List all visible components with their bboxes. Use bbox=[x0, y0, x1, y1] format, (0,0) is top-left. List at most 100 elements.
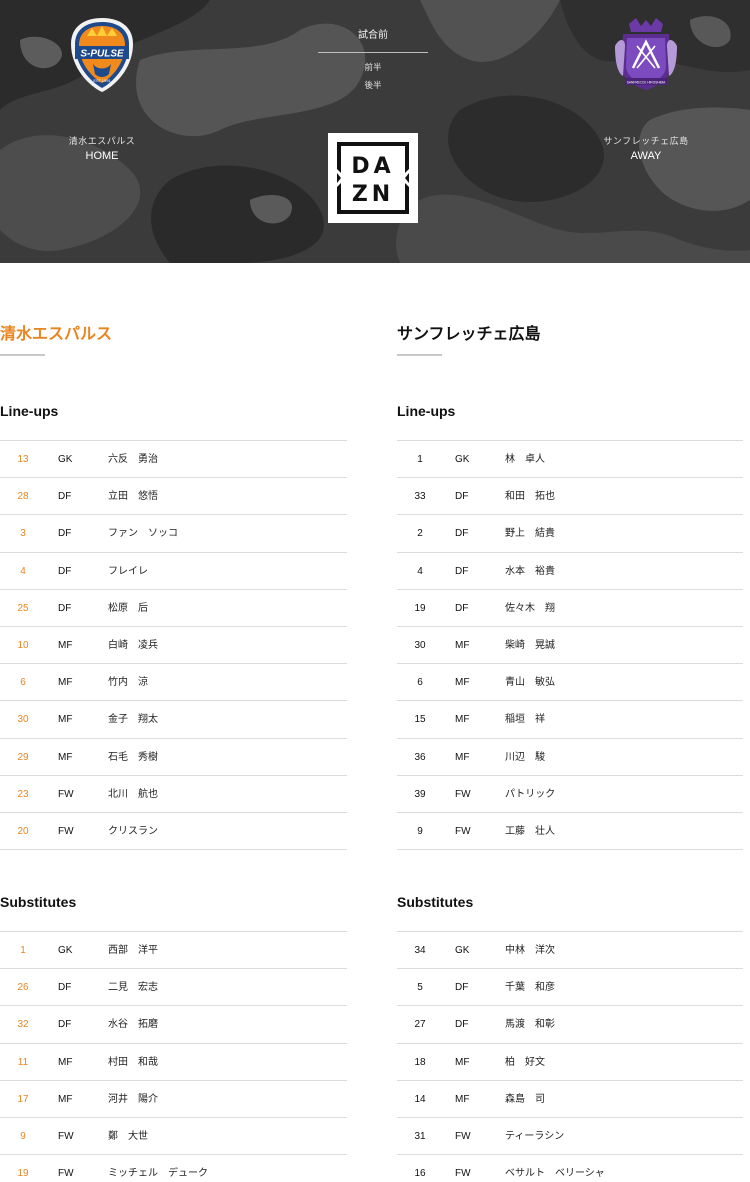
player-position: DF bbox=[58, 491, 72, 503]
player-name: 青山 敏弘 bbox=[505, 677, 555, 689]
player-row[interactable]: 16 FW ベサルト ベリーシャ bbox=[397, 1155, 743, 1182]
player-row[interactable]: 39 FW パトリック bbox=[397, 776, 743, 813]
player-position: GK bbox=[455, 454, 470, 465]
home-team[interactable]: S-PULSE EST.1991 清水エスパルス HOME bbox=[32, 0, 172, 263]
player-name: 白崎 凌兵 bbox=[108, 639, 158, 651]
player-number: 6 bbox=[417, 677, 423, 689]
player-name: 鄭 大世 bbox=[108, 1130, 148, 1142]
player-number: 6 bbox=[20, 677, 26, 689]
home-crest-icon: S-PULSE EST.1991 bbox=[71, 18, 133, 92]
player-row[interactable]: 18 MF 柏 好文 bbox=[397, 1044, 743, 1081]
player-number: 30 bbox=[414, 639, 426, 651]
player-row[interactable]: 2 DF 野上 結貴 bbox=[397, 515, 743, 553]
player-row[interactable]: 6 MF 竹内 涼 bbox=[0, 664, 347, 702]
player-row[interactable]: 26 DF 二見 宏志 bbox=[0, 969, 347, 1007]
away-substitutes-list: 34 GK 中林 洋次 5 DF 千葉 和彦 27 DF 馬渡 和彰 18 MF 柏 好文 14 MF 森島… bbox=[397, 931, 743, 1182]
player-position: FW bbox=[58, 788, 74, 800]
player-position: FW bbox=[455, 825, 471, 837]
player-row[interactable]: 5 DF 千葉 和彦 bbox=[397, 969, 743, 1007]
player-row[interactable]: 17 MF 河井 陽介 bbox=[0, 1081, 347, 1118]
player-name: 村田 和哉 bbox=[108, 1056, 158, 1068]
home-substitutes-heading: Substitutes bbox=[0, 894, 77, 910]
player-row[interactable]: 30 MF 柴崎 晃誠 bbox=[397, 627, 743, 665]
player-name: 水本 裕貴 bbox=[505, 565, 555, 577]
player-name: 水谷 拓磨 bbox=[108, 1019, 158, 1031]
player-number: 23 bbox=[17, 788, 29, 800]
player-row[interactable]: 31 FW ティーラシン bbox=[397, 1118, 743, 1156]
player-name: 佐々木 翔 bbox=[505, 602, 555, 614]
player-row[interactable]: 3 DF ファン ソッコ bbox=[0, 515, 347, 553]
player-position: DF bbox=[455, 1019, 469, 1031]
player-row[interactable]: 9 FW 鄭 大世 bbox=[0, 1118, 347, 1156]
player-row[interactable]: 14 MF 森島 司 bbox=[397, 1081, 743, 1118]
player-position: DF bbox=[455, 982, 469, 994]
player-row[interactable]: 36 MF 川辺 駿 bbox=[397, 739, 743, 776]
player-name: 野上 結貴 bbox=[505, 528, 555, 540]
player-row[interactable]: 20 FW クリスラン bbox=[0, 813, 347, 851]
player-number: 39 bbox=[414, 788, 426, 800]
player-name: クリスラン bbox=[108, 825, 158, 837]
away-team[interactable]: SANFRECCE HIROSHIMA サンフレッチェ広島 AWAY bbox=[576, 0, 716, 263]
player-row[interactable]: 1 GK 西部 洋平 bbox=[0, 932, 347, 970]
player-name: 馬渡 和彰 bbox=[505, 1019, 555, 1031]
away-team-name: サンフレッチェ広島 bbox=[603, 137, 689, 147]
player-number: 5 bbox=[417, 982, 423, 994]
player-row[interactable]: 6 MF 青山 敏弘 bbox=[397, 664, 743, 702]
player-row[interactable]: 11 MF 村田 和哉 bbox=[0, 1044, 347, 1081]
player-name: 中林 洋次 bbox=[505, 945, 555, 956]
player-position: MF bbox=[455, 1093, 470, 1105]
player-row[interactable]: 23 FW 北川 航也 bbox=[0, 776, 347, 813]
match-status: 試合前 前半 後半 bbox=[318, 26, 428, 91]
player-name: 柏 好文 bbox=[505, 1056, 545, 1068]
player-number: 4 bbox=[20, 565, 26, 577]
dazn-logo[interactable]: DA ZN bbox=[328, 133, 418, 223]
home-lineups-heading: Line-ups bbox=[0, 403, 59, 419]
player-name: ファン ソッコ bbox=[108, 528, 178, 540]
player-row[interactable]: 10 MF 白崎 凌兵 bbox=[0, 627, 347, 665]
player-row[interactable]: 19 FW ミッチェル デューク bbox=[0, 1155, 347, 1182]
player-number: 1 bbox=[417, 454, 423, 465]
player-row[interactable]: 15 MF 稲垣 祥 bbox=[397, 701, 743, 739]
player-position: MF bbox=[58, 751, 73, 763]
player-name: ミッチェル デューク bbox=[108, 1168, 208, 1180]
player-name: 石毛 秀樹 bbox=[108, 751, 158, 763]
player-position: GK bbox=[455, 945, 470, 956]
player-row[interactable]: 30 MF 金子 翔太 bbox=[0, 701, 347, 739]
player-number: 25 bbox=[17, 602, 29, 614]
player-row[interactable]: 19 DF 佐々木 翔 bbox=[397, 590, 743, 627]
player-row[interactable]: 9 FW 工藤 壮人 bbox=[397, 813, 743, 851]
player-position: DF bbox=[455, 602, 469, 614]
player-number: 3 bbox=[20, 528, 26, 540]
player-name: 工藤 壮人 bbox=[505, 825, 555, 837]
player-row[interactable]: 13 GK 六反 勇治 bbox=[0, 441, 347, 479]
player-position: MF bbox=[455, 677, 470, 689]
player-position: MF bbox=[455, 714, 470, 726]
player-name: フレイレ bbox=[108, 565, 148, 577]
home-team-name: 清水エスパルス bbox=[68, 137, 136, 147]
player-name: ティーラシン bbox=[505, 1130, 565, 1142]
player-row[interactable]: 29 MF 石毛 秀樹 bbox=[0, 739, 347, 776]
player-row[interactable]: 32 DF 水谷 拓磨 bbox=[0, 1006, 347, 1044]
player-number: 9 bbox=[417, 825, 423, 837]
player-row[interactable]: 25 DF 松原 后 bbox=[0, 590, 347, 627]
player-position: MF bbox=[58, 677, 73, 689]
player-row[interactable]: 34 GK 中林 洋次 bbox=[397, 932, 743, 970]
svg-text:EST.1991: EST.1991 bbox=[93, 78, 111, 83]
away-substitutes-heading: Substitutes bbox=[397, 894, 474, 910]
player-row[interactable]: 1 GK 林 卓人 bbox=[397, 441, 743, 479]
player-position: DF bbox=[58, 1019, 72, 1031]
player-number: 34 bbox=[414, 945, 426, 956]
player-position: MF bbox=[58, 1093, 73, 1105]
player-number: 20 bbox=[17, 825, 29, 837]
player-row[interactable]: 33 DF 和田 拓也 bbox=[397, 478, 743, 516]
player-row[interactable]: 27 DF 馬渡 和彰 bbox=[397, 1006, 743, 1044]
player-position: DF bbox=[455, 528, 469, 540]
player-row[interactable]: 4 DF フレイレ bbox=[0, 553, 347, 590]
player-number: 27 bbox=[414, 1019, 426, 1031]
player-number: 29 bbox=[17, 751, 29, 763]
player-name: 和田 拓也 bbox=[505, 491, 555, 503]
player-row[interactable]: 4 DF 水本 裕貴 bbox=[397, 553, 743, 590]
player-number: 33 bbox=[414, 491, 426, 503]
player-row[interactable]: 28 DF 立田 悠悟 bbox=[0, 478, 347, 516]
player-name: 北川 航也 bbox=[108, 788, 158, 800]
